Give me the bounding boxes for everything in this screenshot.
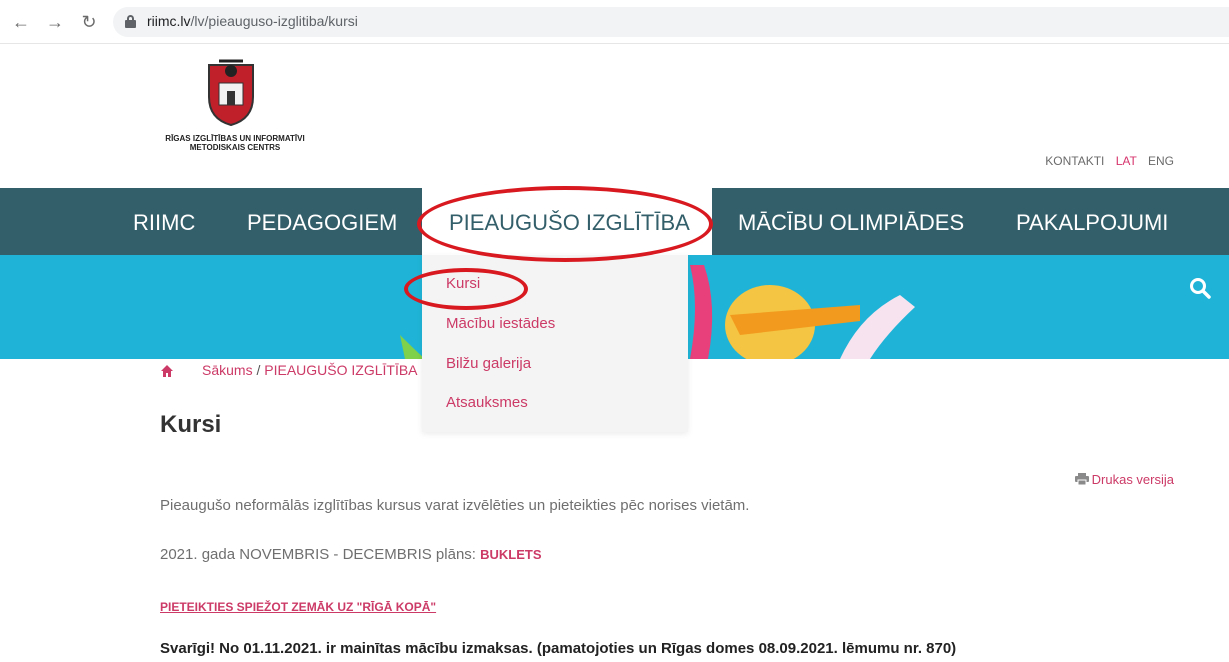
reload-icon[interactable]: ↻ bbox=[78, 11, 100, 33]
apply-link[interactable]: PIETEIKTIES SPIEŽOT ZEMĀK UZ "RĪGĀ KOPĀ" bbox=[160, 600, 436, 614]
url-text: riimc.lv/lv/pieauguso-izglitiba/kursi bbox=[147, 13, 358, 29]
dropdown-item-bilzu-galerija[interactable]: Bilžu galerija bbox=[446, 355, 531, 372]
back-arrow-icon[interactable]: ← bbox=[10, 11, 32, 33]
nav-item-pakalpojumi[interactable]: PAKALPOJUMI bbox=[1016, 188, 1168, 255]
nav-item-label: PIEAUGUŠO IZGLĪTĪBA bbox=[449, 210, 690, 235]
lock-icon bbox=[125, 15, 136, 28]
print-version-label: Drukas versija bbox=[1091, 472, 1174, 487]
search-icon[interactable] bbox=[1189, 277, 1211, 299]
plan-text: 2021. gada NOVEMBRIS - DECEMBRIS plāns: bbox=[160, 546, 481, 563]
breadcrumb-trail: Sākums / PIEAUGUŠO IZGLĪTĪBA bbox=[202, 362, 418, 378]
nav-item-label: MĀCĪBU OLIMPIĀDES bbox=[738, 210, 965, 235]
dropdown-menu: Kursi Mācību iestādes Bilžu galerija Ats… bbox=[422, 255, 688, 432]
important-notice: Svarīgi! No 01.11.2021. ir mainītas mācī… bbox=[160, 640, 957, 657]
lang-eng-link[interactable]: ENG bbox=[1148, 154, 1174, 168]
plan-paragraph: 2021. gada NOVEMBRIS - DECEMBRIS plāns: … bbox=[160, 546, 542, 563]
dropdown-item-macibu-iestades[interactable]: Mācību iestādes bbox=[446, 315, 555, 332]
printer-icon bbox=[1074, 473, 1089, 485]
breadcrumb-separator: / bbox=[252, 362, 265, 378]
address-bar[interactable]: riimc.lv/lv/pieauguso-izglitiba/kursi bbox=[113, 7, 1229, 37]
logo-text: RĪGAS IZGLĪTĪBAS UN INFORMATĪVI METODISK… bbox=[165, 134, 305, 152]
nav-item-label: PEDAGOGIEM bbox=[247, 210, 398, 235]
breadcrumb-section-link[interactable]: PIEAUGUŠO IZGLĪTĪBA bbox=[264, 362, 417, 378]
intro-text: Pieaugušo neformālās izglītības kursus v… bbox=[160, 497, 750, 514]
forward-arrow-icon[interactable]: → bbox=[44, 11, 66, 33]
dropdown-item-kursi[interactable]: Kursi bbox=[446, 275, 480, 292]
home-icon[interactable] bbox=[160, 364, 174, 378]
nav-item-pieauguso-izglitiba[interactable]: PIEAUGUŠO IZGLĪTĪBA bbox=[422, 188, 712, 255]
dropdown-item-atsauksmes[interactable]: Atsauksmes bbox=[446, 394, 528, 411]
url-path: /lv/pieauguso-izglitiba/kursi bbox=[190, 13, 358, 29]
nav-item-riimc[interactable]: RIIMC bbox=[133, 188, 195, 255]
page-title: Kursi bbox=[160, 411, 222, 438]
buklets-link[interactable]: BUKLETS bbox=[480, 547, 541, 562]
breadcrumb-home-link[interactable]: Sākums bbox=[202, 362, 253, 378]
nav-item-label: PAKALPOJUMI bbox=[1016, 210, 1169, 235]
nav-item-label: RIIMC bbox=[133, 210, 196, 235]
lang-lat-link[interactable]: LAT bbox=[1116, 154, 1137, 168]
print-version-link[interactable]: Drukas versija bbox=[1074, 472, 1174, 487]
nav-item-pedagogiem[interactable]: PEDAGOGIEM bbox=[247, 188, 397, 255]
apply-paragraph: PIETEIKTIES SPIEŽOT ZEMĀK UZ "RĪGĀ KOPĀ" bbox=[160, 598, 436, 615]
browser-toolbar: ← → ↻ riimc.lv/lv/pieauguso-izglitiba/ku… bbox=[0, 0, 1229, 44]
nav-item-macibu-olimpiades[interactable]: MĀCĪBU OLIMPIĀDES bbox=[738, 188, 964, 255]
main-navigation: RIIMC PEDAGOGIEM PIEAUGUŠO IZGLĪTĪBA MĀC… bbox=[0, 188, 1229, 255]
kontakti-link[interactable]: KONTAKTI bbox=[1045, 154, 1104, 168]
riga-coat-of-arms-logo[interactable] bbox=[205, 57, 257, 127]
top-links: KONTAKTI LAT ENG bbox=[1037, 154, 1174, 168]
url-domain: riimc.lv bbox=[147, 13, 191, 29]
